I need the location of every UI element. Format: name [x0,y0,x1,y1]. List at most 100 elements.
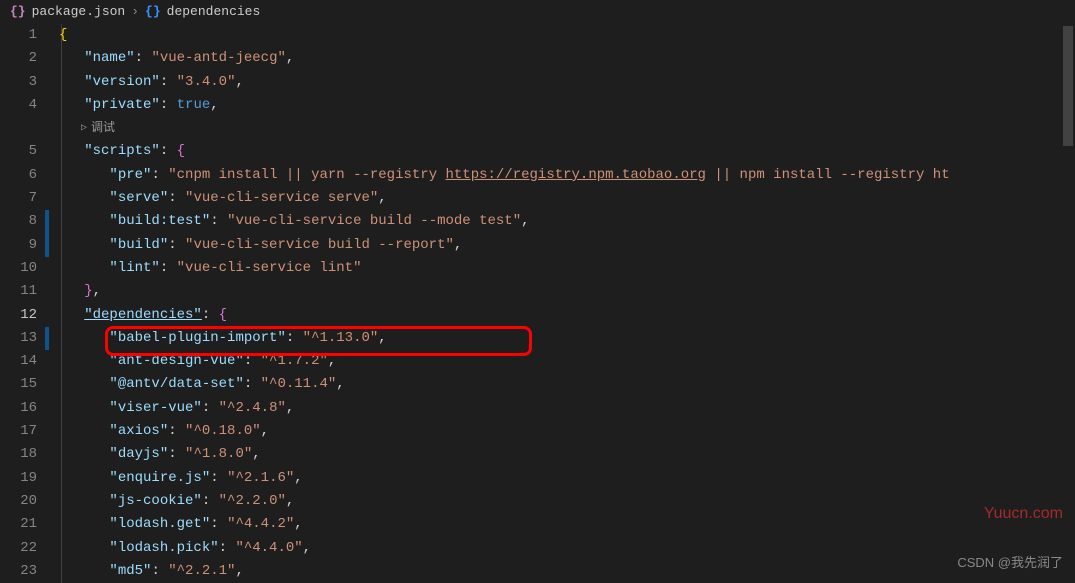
line-number: 10 [0,257,37,280]
code-token: : [151,563,168,579]
watermark-text: Yuucn.com [984,505,1063,523]
code-line[interactable]: "ant-design-vue": "^1.7.2", [59,350,1075,373]
debug-label[interactable]: 调试 [91,117,115,140]
code-token: "scripts" [84,143,160,159]
breadcrumb-file[interactable]: package.json [32,4,126,19]
code-token: , [328,353,336,369]
code-token: , [521,213,529,229]
code-line[interactable]: "version": "3.4.0", [59,71,1075,94]
line-number: 3 [0,71,37,94]
code-line[interactable]: "@antv/data-set": "^0.11.4", [59,373,1075,396]
code-token: , [294,516,302,532]
code-line[interactable]: { [59,24,1075,47]
code-token: "lint" [109,260,159,276]
line-number: 12 [0,304,37,327]
code-token: "lodash.get" [109,516,210,532]
code-editor[interactable]: 1234567891011121314151617181920212223 { … [0,24,1075,583]
line-number: 1 [0,24,37,47]
code-token: : [219,540,236,556]
code-line[interactable]: "lodash.get": "^4.4.2", [59,513,1075,536]
line-number: 9 [0,234,37,257]
code-token: "pre" [109,167,151,183]
line-number: 5 [0,140,37,163]
code-token: , [286,400,294,416]
gutter-change-marker [45,210,49,233]
code-token: , [294,470,302,486]
code-token: , [252,446,260,462]
code-token: "^0.11.4" [261,376,337,392]
code-token: "viser-vue" [109,400,201,416]
line-number [0,117,37,140]
code-line[interactable]: }, [59,280,1075,303]
line-number: 16 [0,397,37,420]
code-token: , [454,237,462,253]
code-token: , [261,423,269,439]
code-token: : [210,470,227,486]
code-token: "dayjs" [109,446,168,462]
line-number: 4 [0,94,37,117]
code-line[interactable]: "private": true, [59,94,1075,117]
code-token: , [235,563,243,579]
code-token: "3.4.0" [177,74,236,90]
code-token: "^2.2.0" [219,493,286,509]
line-number: 7 [0,187,37,210]
code-token: "js-cookie" [109,493,201,509]
code-line[interactable]: "viser-vue": "^2.4.8", [59,397,1075,420]
code-token: } [84,283,92,299]
code-token: : [210,213,227,229]
code-token: "lodash.pick" [109,540,218,556]
scrollbar-thumb[interactable] [1063,26,1073,146]
code-token: "^2.2.1" [168,563,235,579]
line-number: 13 [0,327,37,350]
code-area[interactable]: { "name": "vue-antd-jeecg", "version": "… [55,24,1075,583]
code-token: , [286,493,294,509]
attribution-text: CSDN @我先润了 [957,552,1063,571]
code-line[interactable]: "serve": "vue-cli-service serve", [59,187,1075,210]
code-token: : [286,330,303,346]
code-line[interactable]: "enquire.js": "^2.1.6", [59,467,1075,490]
line-number: 6 [0,164,37,187]
code-token: "^1.13.0" [303,330,379,346]
code-token: : [168,446,185,462]
code-token: : [135,50,152,66]
code-line[interactable]: "babel-plugin-import": "^1.13.0", [59,327,1075,350]
code-token: "^1.7.2" [261,353,328,369]
code-line[interactable]: "axios": "^0.18.0", [59,420,1075,443]
code-token: "serve" [109,190,168,206]
code-token: { [219,307,227,323]
code-line[interactable]: "name": "vue-antd-jeecg", [59,47,1075,70]
debug-code-lens[interactable]: ▷调试 [59,117,1075,140]
code-token: "enquire.js" [109,470,210,486]
code-token: : [160,260,177,276]
code-line[interactable]: "lint": "vue-cli-service lint" [59,257,1075,280]
line-number: 19 [0,467,37,490]
code-token: "^4.4.0" [235,540,302,556]
code-token: : [244,353,261,369]
code-line[interactable]: "dayjs": "^1.8.0", [59,443,1075,466]
code-token: "cnpm install || yarn --registry [168,167,445,183]
code-token: "^2.4.8" [219,400,286,416]
code-token: : [168,190,185,206]
code-token: "dependencies" [84,307,202,323]
code-line[interactable]: "build": "vue-cli-service build --report… [59,234,1075,257]
play-icon: ▷ [81,117,87,140]
line-number: 15 [0,373,37,396]
line-number-gutter: 1234567891011121314151617181920212223 [0,24,55,583]
code-line[interactable]: "build:test": "vue-cli-service build --m… [59,210,1075,233]
code-line[interactable]: "js-cookie": "^2.2.0", [59,490,1075,513]
code-line[interactable]: "dependencies": { [59,304,1075,327]
breadcrumb[interactable]: {} package.json › {} dependencies [0,0,1075,24]
code-token: "md5" [109,563,151,579]
breadcrumb-path[interactable]: dependencies [167,4,261,19]
code-token: : [210,516,227,532]
code-token: true [177,97,211,113]
code-line[interactable]: "pre": "cnpm install || yarn --registry … [59,164,1075,187]
code-line[interactable]: "scripts": { [59,140,1075,163]
code-token: : [168,237,185,253]
code-line[interactable]: "lodash.pick": "^4.4.0", [59,537,1075,560]
json-file-icon: {} [10,4,26,19]
vertical-scrollbar[interactable] [1061,24,1075,583]
line-number: 20 [0,490,37,513]
line-number: 14 [0,350,37,373]
code-line[interactable]: "md5": "^2.2.1", [59,560,1075,583]
